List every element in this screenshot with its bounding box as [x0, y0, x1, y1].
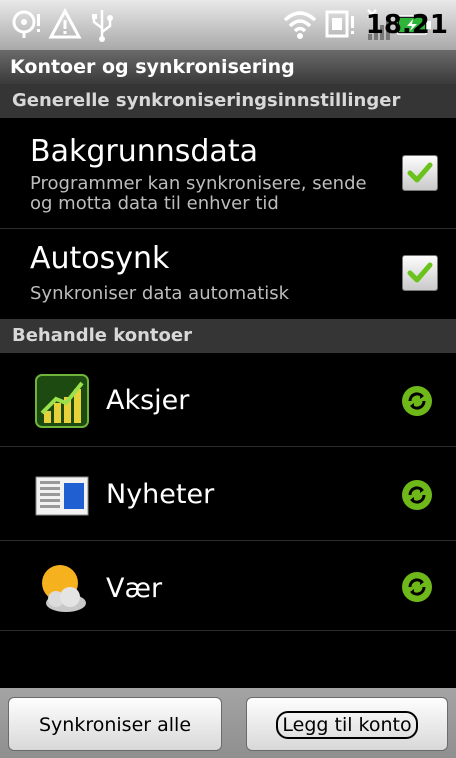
- weather-icon: [42, 565, 86, 612]
- pref-summary: og motta data til enhver tid: [30, 193, 279, 214]
- pref-summary: Synkroniser data automatisk: [30, 283, 290, 304]
- background-data-checkbox[interactable]: [402, 155, 438, 191]
- page-title: Kontoer og synkronisering: [0, 50, 456, 84]
- account-row-stocks[interactable]: Aksjer: [0, 353, 456, 449]
- location-alert-icon: [12, 10, 40, 38]
- account-name: Vær: [106, 573, 163, 604]
- autosync-checkbox[interactable]: [402, 255, 438, 291]
- checkmark-icon: [407, 162, 433, 183]
- add-account-label: Legg til konto: [276, 711, 418, 739]
- add-account-button[interactable]: Legg til konto: [246, 697, 448, 751]
- sync-icon[interactable]: [400, 384, 434, 418]
- divider: [0, 630, 456, 631]
- warning-icon: [48, 8, 82, 39]
- account-row-news[interactable]: Nyheter: [0, 447, 456, 543]
- account-row-weather[interactable]: Vær: [0, 541, 456, 637]
- checkmark-icon: [407, 262, 433, 283]
- status-bar: 18.21: [0, 0, 456, 50]
- sync-icon[interactable]: [400, 570, 434, 604]
- sim-alert-icon: [325, 10, 354, 38]
- pref-summary: Programmer kan synkronisere, sende: [30, 173, 367, 194]
- bottom-bar: Synkroniser alle Legg til konto: [0, 688, 456, 758]
- pref-background-data[interactable]: Bakgrunnsdata Programmer kan synkroniser…: [0, 118, 456, 228]
- usb-icon: [92, 10, 113, 42]
- sync-all-button[interactable]: Synkroniser alle: [8, 697, 222, 751]
- sync-icon[interactable]: [400, 478, 434, 512]
- section-header-general: Generelle synkroniseringsinnstillinger: [0, 84, 456, 118]
- account-name: Aksjer: [106, 385, 190, 416]
- pref-title: Bakgrunnsdata: [30, 134, 258, 169]
- pref-title: Autosynk: [30, 241, 170, 276]
- wifi-icon: [283, 11, 317, 39]
- clock: 18.21: [365, 10, 448, 40]
- section-header-accounts: Behandle kontoer: [0, 319, 456, 353]
- stocks-icon: [35, 374, 89, 428]
- account-name: Nyheter: [106, 479, 215, 510]
- news-icon: [35, 476, 89, 516]
- pref-autosync[interactable]: Autosynk Synkroniser data automatisk: [0, 229, 456, 319]
